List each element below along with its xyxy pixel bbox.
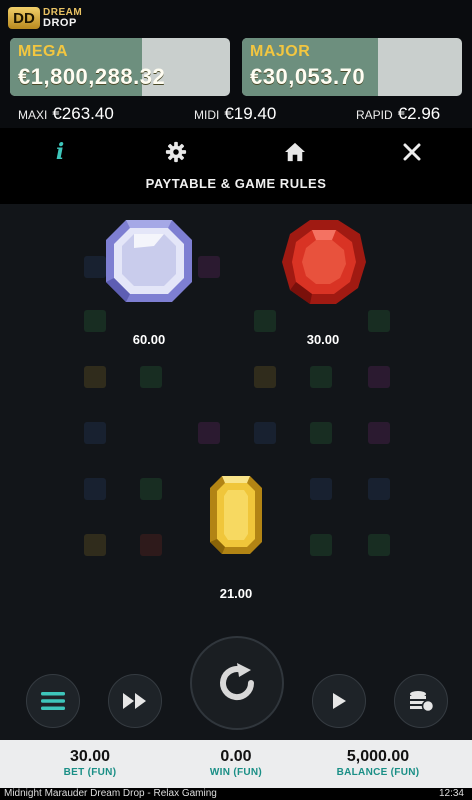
midi-amount: €19.40	[224, 104, 277, 123]
menu-button[interactable]	[26, 674, 80, 728]
bg-symbol	[254, 366, 276, 388]
bet-display[interactable]: 30.00 BET (FUN)	[30, 748, 150, 778]
home-icon[interactable]	[282, 139, 308, 165]
logo-badge: DD	[8, 7, 40, 29]
bg-symbol	[368, 422, 390, 444]
balance-value: 5,000.00	[346, 748, 410, 765]
bg-symbol	[198, 256, 220, 278]
panel-title: PAYTABLE & GAME RULES	[145, 176, 327, 191]
bg-symbol	[254, 310, 276, 332]
bg-symbol	[140, 534, 162, 556]
menu-icon	[41, 692, 65, 710]
coins-icon	[410, 691, 434, 713]
bg-symbol	[368, 310, 390, 332]
midi-jackpot: MIDI €19.40	[194, 104, 276, 124]
maxi-amount: €263.40	[52, 104, 114, 123]
major-jackpot-amount: €30,053.70	[250, 64, 366, 89]
close-icon[interactable]	[399, 139, 425, 165]
maxi-jackpot: MAXI €263.40	[18, 104, 114, 124]
bg-symbol	[140, 366, 162, 388]
bg-symbol	[84, 422, 106, 444]
paytable-value-diamond: 60.00	[132, 332, 166, 347]
bg-symbol	[84, 534, 106, 556]
paytable-value-ruby: 30.00	[306, 332, 340, 347]
paytable-value-topaz: 21.00	[219, 586, 253, 601]
bg-symbol	[368, 534, 390, 556]
major-jackpot-card: MAJOR €30,053.70	[242, 38, 462, 96]
maxi-label: MAXI	[18, 108, 48, 122]
bg-symbol	[140, 478, 162, 500]
spin-button[interactable]	[190, 636, 284, 730]
autoplay-icon	[333, 693, 346, 709]
gear-icon[interactable]	[163, 139, 189, 165]
win-value: 0.00	[220, 748, 252, 765]
midi-label: MIDI	[194, 108, 220, 122]
balance-footer: 30.00 BET (FUN) 0.00 WIN (FUN) 5,000.00 …	[0, 740, 472, 788]
dream-drop-logo: DD DREAM DROP	[8, 6, 82, 30]
diamond-gem-icon	[106, 220, 192, 302]
logo-line-2: DROP	[43, 17, 77, 29]
ruby-gem-icon	[282, 220, 366, 304]
autoplay-button[interactable]	[312, 674, 366, 728]
bg-symbol	[84, 366, 106, 388]
rapid-label: RAPID	[356, 108, 393, 122]
fast-forward-button[interactable]	[108, 674, 162, 728]
bg-symbol	[198, 422, 220, 444]
bg-symbol	[254, 422, 276, 444]
bg-symbol	[310, 478, 332, 500]
clock: 12:34	[438, 788, 464, 799]
balance-label: BALANCE (FUN)	[336, 767, 420, 778]
bg-symbol	[84, 256, 106, 278]
balance-display: 5,000.00 BALANCE (FUN)	[318, 748, 438, 778]
mega-jackpot-label: MEGA	[18, 43, 68, 60]
rapid-jackpot: RAPID €2.96	[356, 104, 440, 124]
bg-symbol	[84, 310, 106, 332]
fast-forward-icon	[123, 693, 146, 709]
mega-jackpot-card: MEGA €1,800,288.32	[10, 38, 230, 96]
bg-symbol	[310, 366, 332, 388]
mega-jackpot-amount: €1,800,288.32	[18, 64, 166, 89]
bg-symbol	[368, 366, 390, 388]
bg-symbol	[310, 534, 332, 556]
info-icon[interactable]: i	[47, 139, 73, 165]
bg-symbol	[368, 478, 390, 500]
status-bar: Midnight Marauder Dream Drop - Relax Gam…	[0, 788, 472, 800]
topaz-gem-icon	[210, 476, 262, 554]
game-title: Midnight Marauder Dream Drop - Relax Gam…	[4, 788, 217, 799]
rapid-amount: €2.96	[397, 104, 441, 123]
spin-icon	[220, 663, 255, 701]
bet-settings-button[interactable]	[394, 674, 448, 728]
win-label: WIN (FUN)	[209, 767, 263, 778]
bet-value: 30.00	[69, 748, 111, 765]
bg-symbol	[84, 478, 106, 500]
win-display: 0.00 WIN (FUN)	[176, 748, 296, 778]
bg-symbol	[310, 422, 332, 444]
major-jackpot-label: MAJOR	[250, 43, 311, 60]
bet-label: BET (FUN)	[63, 767, 117, 778]
